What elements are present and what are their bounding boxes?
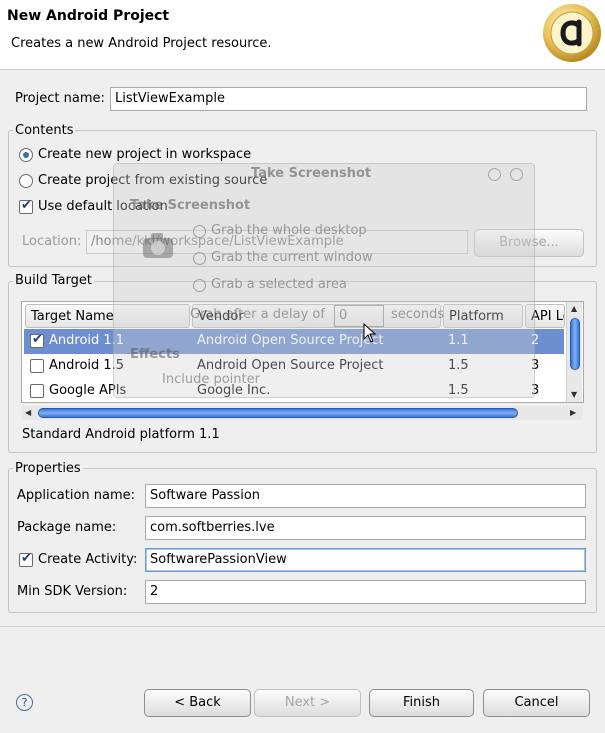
create-activity-label: Create Activity:: [38, 552, 138, 567]
package-name-field[interactable]: com.softberries.lve: [145, 516, 586, 540]
ghost-opt-window: Grab the current window: [211, 250, 373, 265]
take-screenshot-ghost-window: Take Screenshot Take Screenshot Grab the…: [113, 163, 535, 398]
ghost-heading: Take Screenshot: [130, 198, 251, 213]
build-target-group-title: Build Target: [13, 273, 94, 288]
package-name-label: Package name:: [17, 520, 117, 535]
project-name-field[interactable]: ListViewExample: [110, 87, 587, 111]
ghost-effects-heading: Effects: [130, 347, 180, 362]
horizontal-scroll-thumb[interactable]: [38, 408, 518, 418]
ghost-opt-area: Grab a selected area: [211, 277, 347, 292]
ghost-delay-prefix: Grab after a delay of: [190, 307, 325, 322]
row-checkbox[interactable]: [30, 359, 44, 373]
create-activity-checkbox[interactable]: [19, 551, 33, 571]
project-name-label: Project name:: [15, 91, 105, 106]
ghost-radio-window: [193, 252, 206, 265]
contents-group-title: Contents: [13, 123, 76, 138]
target-description: Standard Android platform 1.1: [22, 427, 220, 442]
scroll-down-arrow-icon[interactable]: ▼: [571, 390, 577, 399]
ghost-close-icon: [510, 168, 523, 181]
cancel-button[interactable]: Cancel: [483, 689, 590, 717]
scroll-up-arrow-icon[interactable]: ▲: [571, 304, 577, 313]
ghost-camera-icon: [143, 233, 173, 258]
wizard-title: New Android Project: [7, 8, 170, 24]
application-name-label: Application name:: [17, 488, 136, 503]
vertical-scroll-thumb[interactable]: [570, 318, 580, 370]
android-adt-logo-icon: [543, 4, 601, 62]
scroll-left-arrow-icon[interactable]: ◀: [25, 408, 31, 417]
scroll-right-arrow-icon[interactable]: ▶: [570, 408, 576, 417]
row-checkbox[interactable]: [30, 384, 44, 398]
next-button[interactable]: Next >: [254, 689, 361, 717]
create-activity-field[interactable]: SoftwarePassionView: [145, 548, 586, 572]
finish-button[interactable]: Finish: [369, 689, 474, 717]
use-default-location-checkbox[interactable]: [19, 198, 33, 218]
mouse-pointer-icon: [363, 323, 377, 343]
table-horizontal-scrollbar[interactable]: ◀ ▶: [22, 406, 583, 420]
create-existing-radio[interactable]: [19, 174, 33, 192]
location-label: Location:: [22, 234, 82, 249]
min-sdk-field[interactable]: 2: [145, 580, 586, 604]
wizard-description: Creates a new Android Project resource.: [11, 36, 272, 51]
button-bar-separator: [0, 626, 605, 627]
ghost-delay-suffix: seconds: [391, 307, 445, 322]
ghost-include-pointer: Include pointer: [162, 372, 260, 387]
table-vertical-scrollbar[interactable]: ▲ ▼: [566, 302, 582, 402]
back-button[interactable]: < Back: [144, 689, 251, 717]
row-checkbox[interactable]: [30, 332, 44, 348]
wizard-header: New Android Project Creates a new Androi…: [0, 0, 605, 70]
create-new-radio[interactable]: [19, 148, 33, 166]
ghost-opt-desktop: Grab the whole desktop: [211, 223, 367, 238]
help-icon[interactable]: ?: [16, 694, 33, 711]
min-sdk-label: Min SDK Version:: [17, 584, 128, 599]
ghost-radio-desktop: [193, 225, 206, 238]
properties-group-title: Properties: [13, 461, 83, 476]
ghost-radio-area: [193, 279, 206, 292]
ghost-minimize-icon: [488, 168, 501, 181]
create-new-label: Create new project in workspace: [38, 147, 252, 162]
application-name-field[interactable]: Software Passion: [145, 484, 586, 508]
ghost-window-title: Take Screenshot: [251, 166, 372, 181]
